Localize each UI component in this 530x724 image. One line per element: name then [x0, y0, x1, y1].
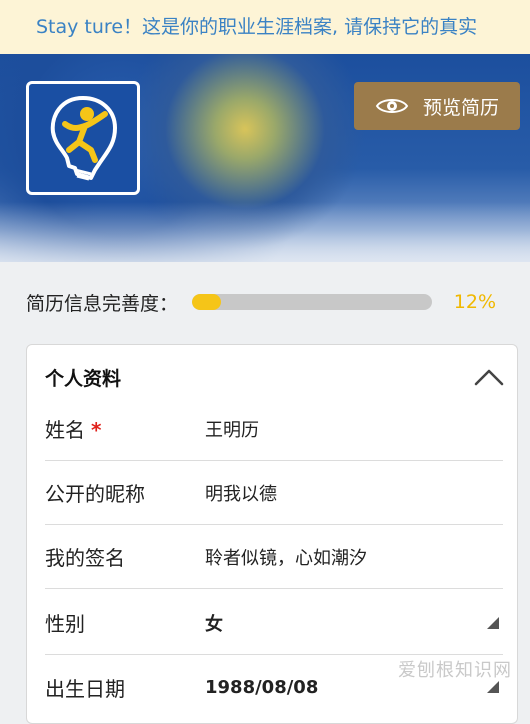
dropdown-triangle-icon[interactable] [487, 681, 499, 693]
field-signature-label: 我的签名 [45, 546, 125, 570]
field-signature-value: 聆者似镜，心如潮汐 [205, 547, 367, 569]
field-signature-row[interactable]: 我的签名 聆者似镜，心如潮汐 [45, 525, 503, 589]
completeness-progress-fill [192, 294, 221, 310]
field-gender-row[interactable]: 性别 女 [45, 591, 503, 655]
personal-info-header[interactable]: 个人资料 [45, 359, 505, 395]
field-nickname-label: 公开的昵称 [45, 482, 145, 506]
field-name-row[interactable]: 姓名 * 王明历 [45, 397, 503, 461]
field-gender-value: 女 [205, 613, 223, 635]
preview-resume-label: 预览简历 [422, 96, 499, 119]
completeness-percent: 12% [453, 291, 496, 313]
field-nickname-row[interactable]: 公开的昵称 明我以德 [45, 461, 503, 525]
personal-info-title: 个人资料 [45, 367, 122, 390]
field-name-label: 姓名 * [45, 418, 102, 442]
dropdown-triangle-icon[interactable] [487, 616, 499, 629]
field-birthdate-label: 出生日期 [45, 676, 125, 701]
avatar[interactable] [26, 81, 140, 195]
profile-hint-banner: Stay ture！这是你的职业生涯档案, 请保持它的真实 [0, 0, 530, 54]
completeness-progress-bar [192, 294, 433, 310]
preview-resume-button[interactable]: 预览简历 [354, 82, 520, 130]
watermark: 爱刨根知识网 [398, 660, 512, 681]
eye-icon [375, 99, 409, 113]
field-gender-label: 性别 [45, 612, 85, 636]
field-name-value: 王明历 [205, 419, 259, 441]
required-mark: * [91, 418, 102, 442]
chevron-up-icon[interactable] [473, 367, 505, 387]
lightbulb-person-logo-icon [50, 96, 117, 181]
completeness-label: 简历信息完善度： [26, 292, 179, 315]
profile-header: 预览简历 [0, 54, 530, 262]
completeness-row: 简历信息完善度： 12% [26, 284, 506, 320]
field-nickname-value: 明我以德 [205, 483, 277, 505]
